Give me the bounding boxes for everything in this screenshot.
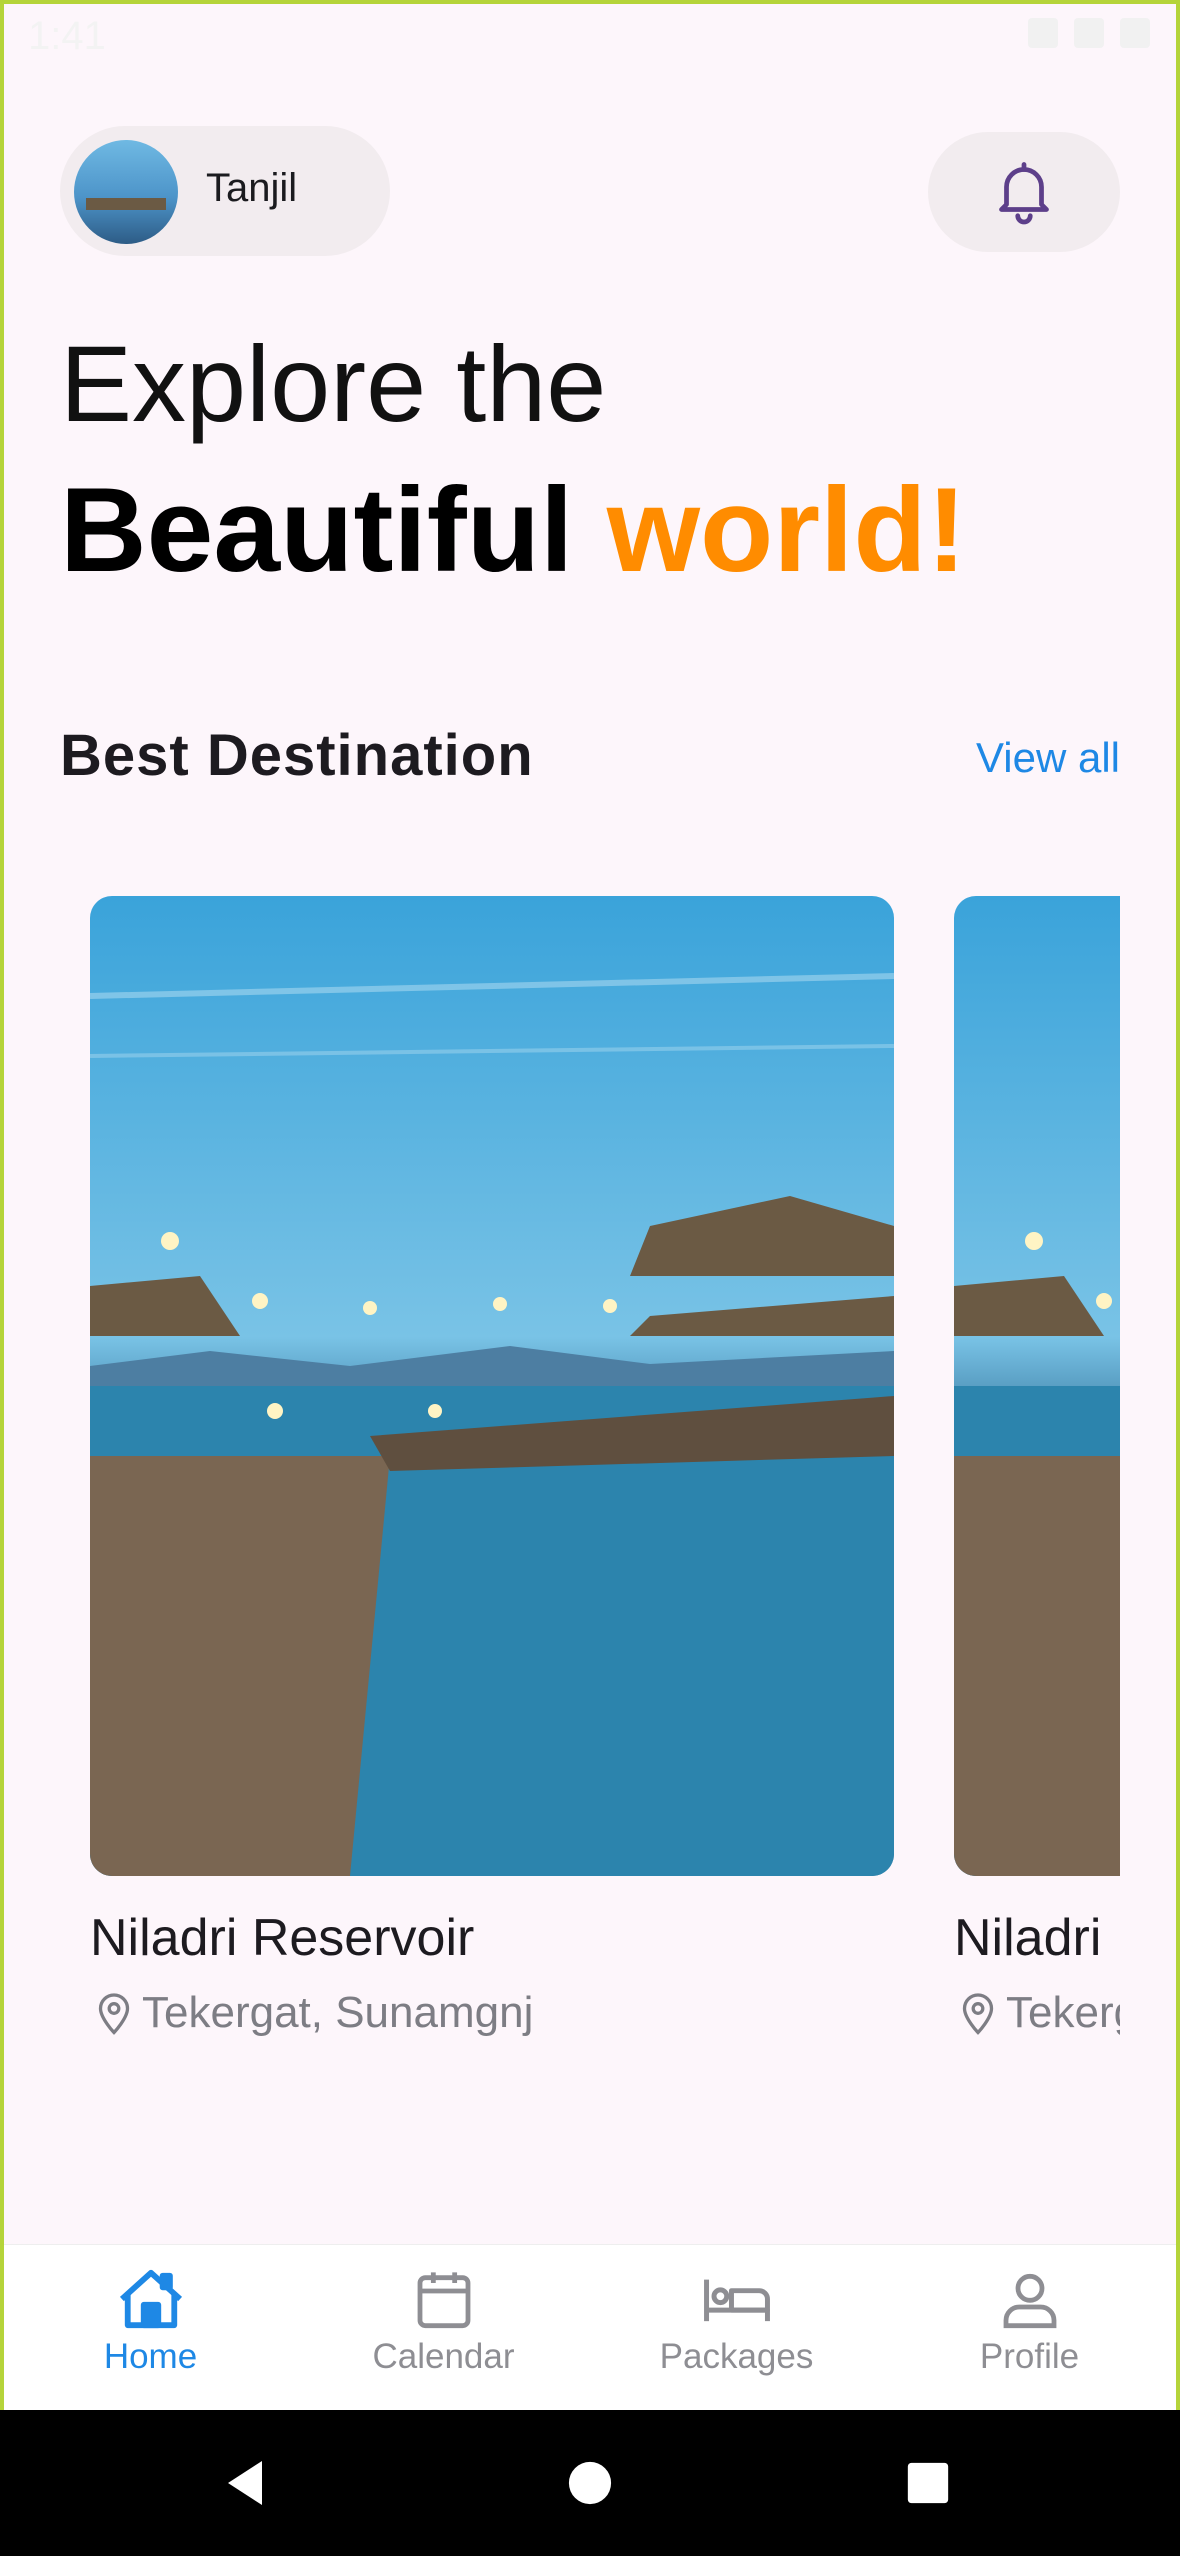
calendar-icon [417, 2272, 470, 2329]
location-pin-icon [962, 1993, 994, 2035]
view-all-link[interactable]: View all [976, 734, 1120, 782]
home-icon [119, 2269, 182, 2329]
headline-line2: Beautiful world! [60, 470, 967, 590]
destination-location-text: Tekergat, Sunamgnj [142, 1988, 534, 2037]
headline-bold: Beautiful [60, 463, 574, 597]
status-time: 1:41 [28, 14, 106, 58]
avatar [74, 140, 178, 244]
destination-name: Niladri Reservoir [954, 1909, 1120, 1967]
recents-icon[interactable] [906, 2461, 950, 2505]
back-icon[interactable] [222, 2457, 270, 2509]
destination-image [90, 896, 894, 1876]
headline-accent: world! [606, 463, 967, 597]
nav-item-profile[interactable]: Profile [883, 2245, 1176, 2411]
nav-item-home[interactable]: Home [4, 2245, 297, 2411]
signal-icon [1074, 18, 1104, 48]
location-pin-icon [98, 1993, 130, 2035]
nav-label-packages: Packages [659, 2337, 814, 2376]
bell-icon [999, 162, 1049, 225]
user-chip[interactable]: Tanjil [60, 126, 390, 256]
bed-icon [703, 2279, 770, 2322]
battery-icon [1120, 18, 1150, 48]
section-title: Best Destination [60, 723, 534, 788]
nav-label-profile: Profile [979, 2337, 1080, 2376]
user-name: Tanjil [206, 166, 298, 210]
destination-card[interactable]: Niladri Reservoir Tekergat, Sunamgnj [90, 896, 894, 2037]
headline-line1: Explore the [60, 323, 607, 444]
destination-card[interactable]: Niladri Reservoir Tekergat, Sunamgnj [954, 896, 1120, 2037]
destination-location: Tekergat, Sunamgnj [96, 1988, 533, 2038]
destination-location-text: Tekergat, Sunamgnj [1006, 1988, 1120, 2037]
destination-carousel[interactable]: Niladri Reservoir Tekergat, Sunamgnj Nil… [90, 896, 1120, 2056]
destination-name: Niladri Reservoir [90, 1909, 475, 1967]
destination-location: Tekergat, Sunamgnj [960, 1988, 1120, 2038]
nav-item-packages[interactable]: Packages [590, 2245, 883, 2411]
notification-button[interactable] [928, 132, 1120, 252]
wifi-icon [1028, 18, 1058, 48]
status-bar: 1:41 [0, 0, 1180, 70]
destination-image [954, 896, 1120, 1876]
system-navigation-bar [0, 2410, 1180, 2556]
nav-label-calendar: Calendar [372, 2337, 515, 2376]
person-icon [1003, 2273, 1056, 2329]
nav-item-calendar[interactable]: Calendar [297, 2245, 590, 2411]
home-circle-icon[interactable] [567, 2460, 613, 2506]
nav-label-home: Home [103, 2337, 198, 2376]
status-icons [1028, 18, 1150, 48]
bottom-navigation: Home Calendar Packages Profile [4, 2244, 1176, 2411]
